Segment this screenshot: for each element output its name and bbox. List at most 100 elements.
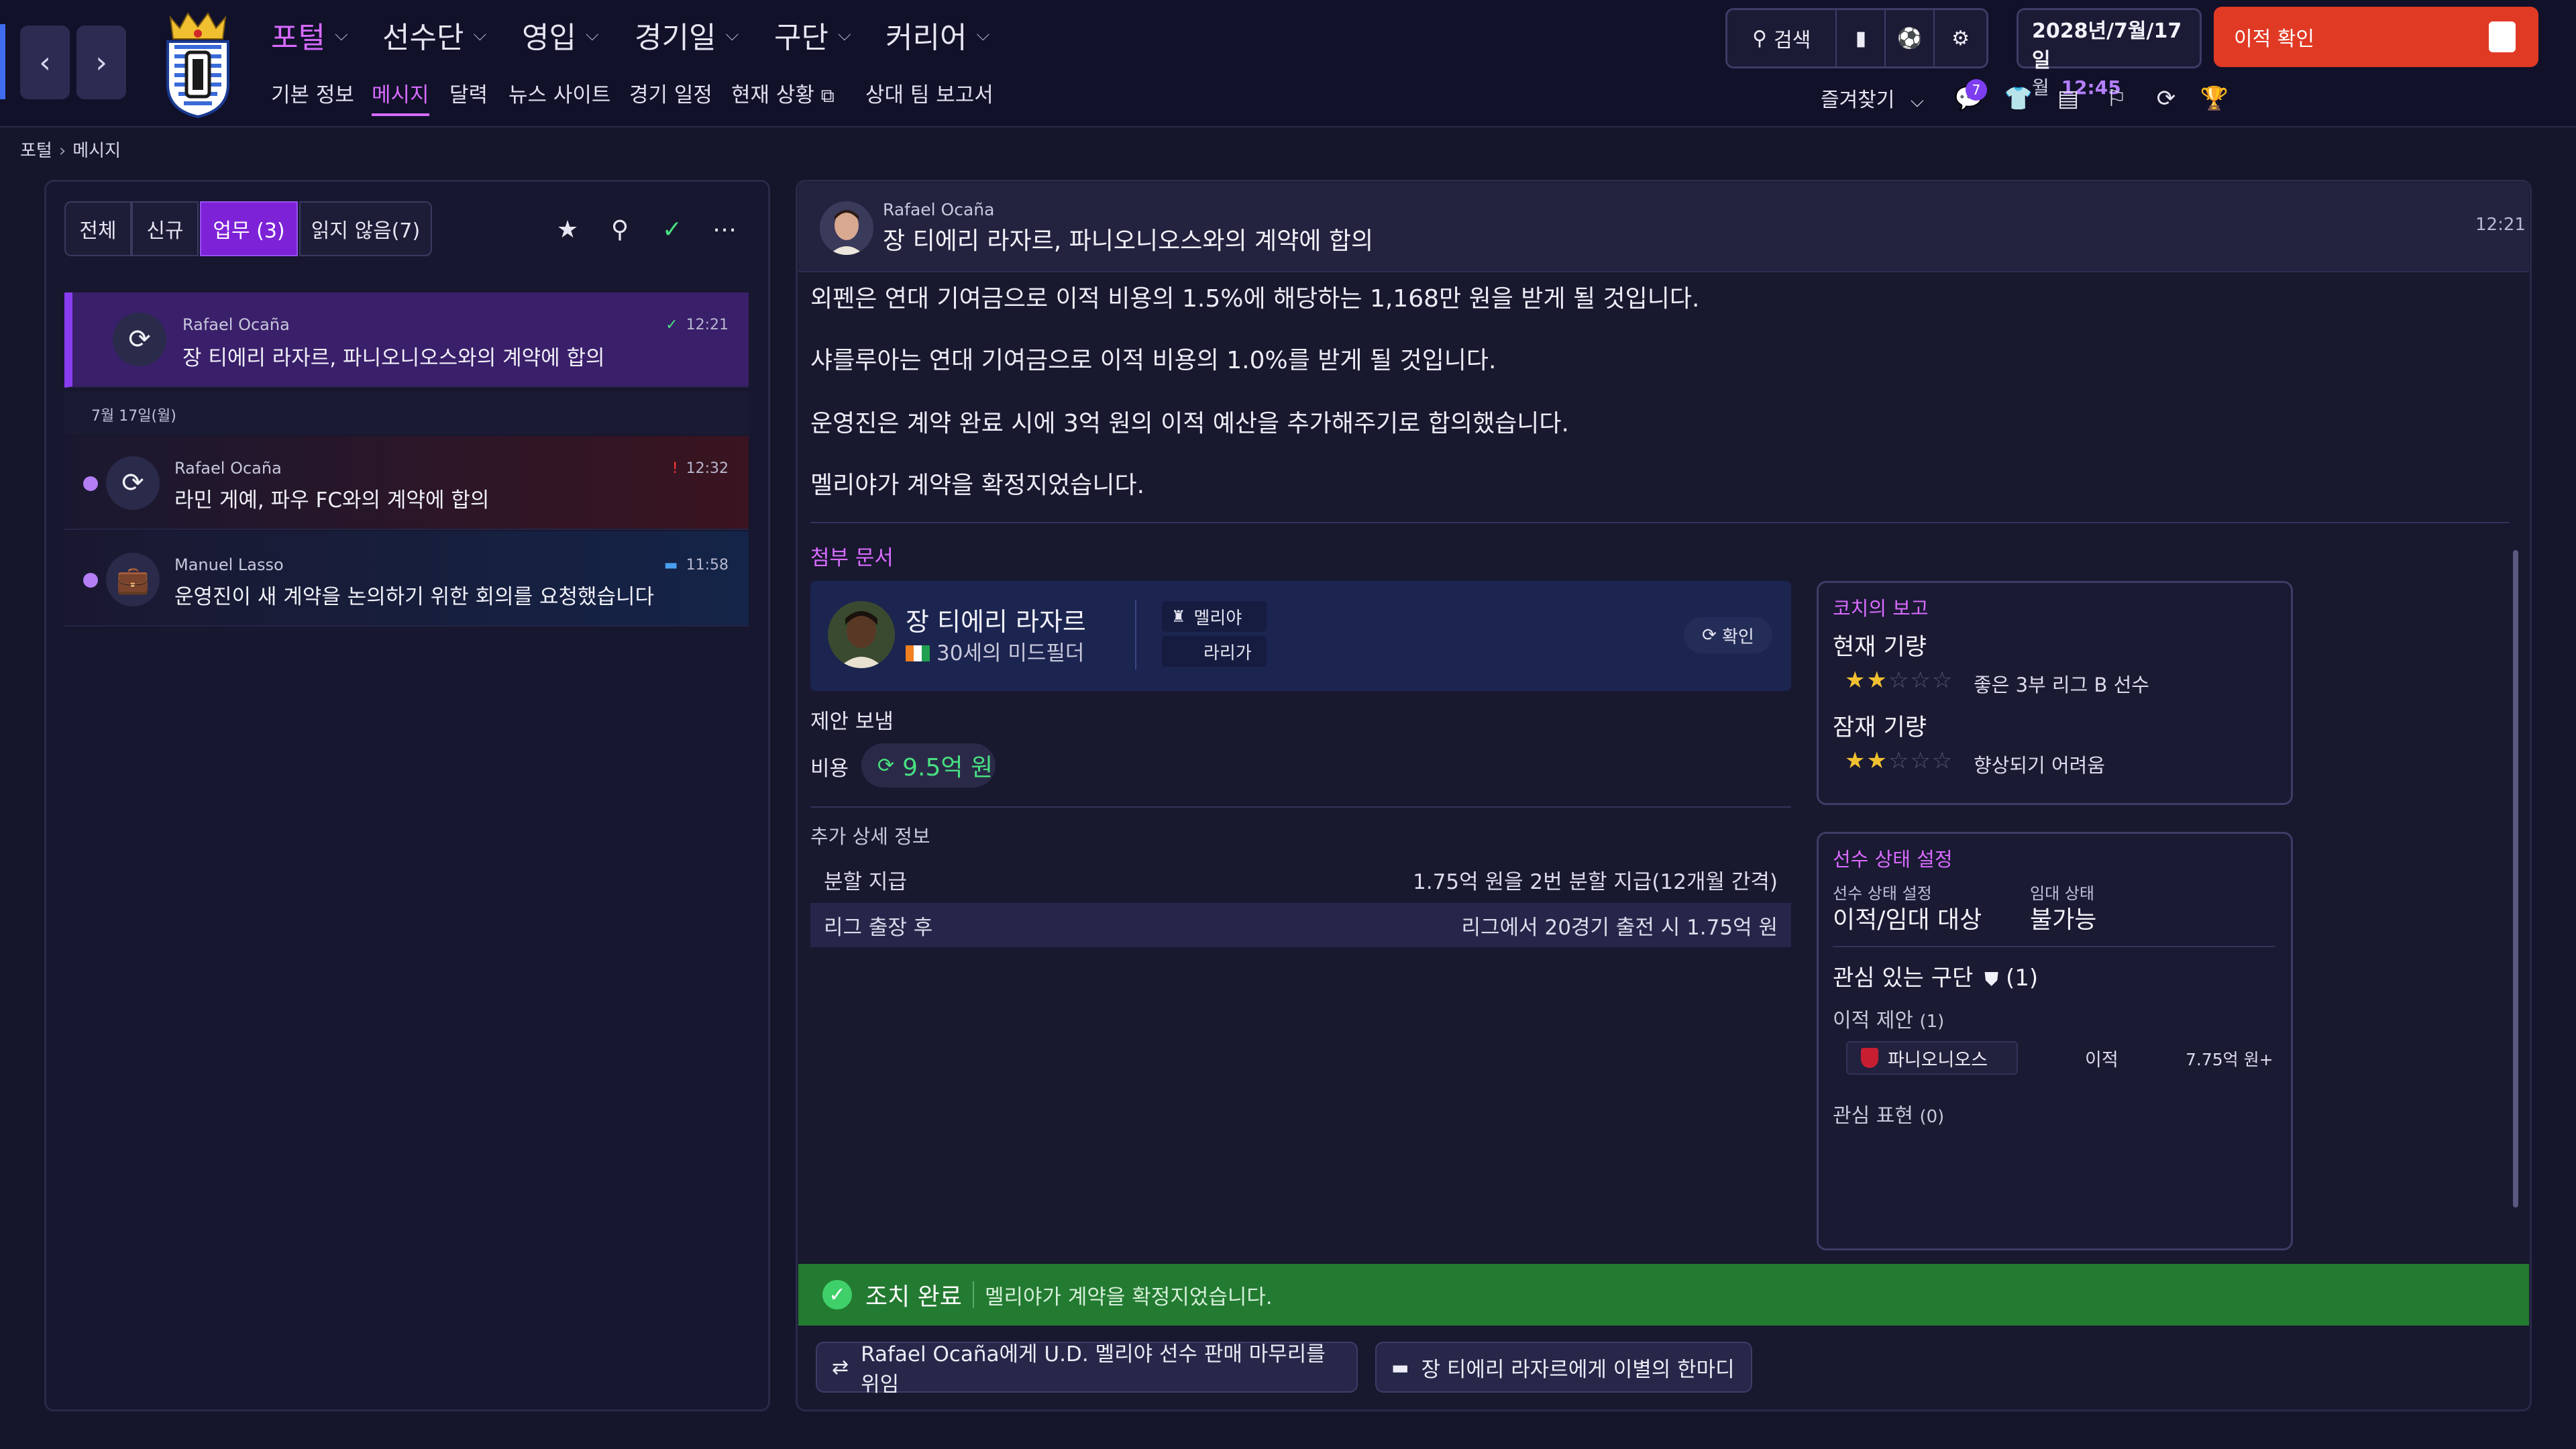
- action-complete-text: 멜리야가 계약을 확정지었습니다.: [984, 1285, 1273, 1309]
- more-options-icon[interactable]: ⋯: [708, 213, 741, 246]
- message-time: ✓ 12:21: [665, 317, 729, 333]
- document-icon: [2489, 21, 2516, 52]
- football-icon: ⚽: [1897, 26, 1923, 50]
- subnav-opposition-report[interactable]: 상대 팀 보고서: [865, 78, 994, 108]
- refresh-icon: ⟳: [113, 313, 166, 366]
- subnav-news[interactable]: 뉴스 사이트: [508, 78, 610, 108]
- message-subject: 운영진이 새 계약을 논의하기 위한 회의를 요청했습니다: [174, 585, 655, 609]
- interested-clubs-heading: 관심 있는 구단 ⛊ (1): [1833, 959, 2038, 992]
- chevron-down-icon: ⌵: [976, 24, 990, 45]
- transfer-offers-heading: 이적 제안 (1): [1833, 1004, 1944, 1033]
- clipboard-icon[interactable]: ▤: [2051, 82, 2085, 115]
- subnav-fixtures[interactable]: 경기 일정: [629, 78, 712, 108]
- farewell-message-label: 장 티에리 라자르에게 이별의 한마디: [1421, 1357, 1735, 1382]
- club-crest-logo[interactable]: [161, 9, 235, 119]
- check-circle-icon: ✓: [822, 1280, 852, 1309]
- divider: [810, 522, 2509, 523]
- ball-button[interactable]: ⚽: [1886, 10, 1935, 66]
- action-complete-bar: ✓ 조치 완료 멜리야가 계약을 확정지었습니다.: [798, 1264, 2529, 1326]
- trophy-icon[interactable]: 🏆: [2198, 82, 2231, 115]
- detail-key: 리그 출장 후: [824, 915, 933, 940]
- nav-matchday[interactable]: 경기일 ⌵: [635, 13, 739, 56]
- mark-read-icon[interactable]: ✓: [656, 213, 688, 246]
- offer-club-name: 파니오니오스: [1888, 1049, 1988, 1071]
- divider: [1833, 946, 2275, 947]
- subnav-calendar[interactable]: 달력: [449, 78, 488, 108]
- fee-badge: ⟳ 9.5억 원: [861, 743, 996, 788]
- nav-squad[interactable]: 선수단 ⌵: [382, 13, 486, 56]
- bookmark-icon: ▮: [1855, 26, 1867, 50]
- fee-value: 9.5억 원: [902, 754, 994, 782]
- read-check-icon: ✓: [665, 317, 678, 333]
- tab-new[interactable]: 신규: [131, 201, 199, 256]
- message-paragraph: 샤를루아는 연대 기여금으로 이적 비용의 1.0%를 받게 될 것입니다.: [810, 347, 1497, 374]
- scout-icon[interactable]: ⚐: [2100, 82, 2133, 115]
- nav-recruitment[interactable]: 영입 ⌵: [522, 13, 599, 56]
- message-item[interactable]: ⟳ Rafael Ocaña 라민 게예, 파우 FC와의 계약에 합의 ! 12…: [64, 436, 749, 530]
- tab-tasks[interactable]: 업무 (3): [200, 201, 298, 256]
- bookmark-button[interactable]: ▮: [1837, 10, 1886, 66]
- tab-all[interactable]: 전체: [64, 201, 131, 256]
- chat-icon: ▬: [1391, 1356, 1409, 1379]
- star-icon[interactable]: ★: [551, 213, 584, 246]
- current-ability-label: 현재 기량: [1833, 634, 1927, 661]
- chevron-down-icon: ⌵: [473, 24, 487, 45]
- breadcrumb-root[interactable]: 포털: [20, 141, 52, 161]
- star-icon: ★★: [1845, 747, 1888, 774]
- search-button[interactable]: ⚲ 검색: [1727, 10, 1837, 66]
- offer-club-badge[interactable]: 파니오니오스: [1846, 1041, 2018, 1075]
- message-item[interactable]: 💼 Manuel Lasso 운영진이 새 계약을 논의하기 위한 회의를 요청…: [64, 531, 749, 627]
- nav-portal-label: 포털: [271, 21, 325, 55]
- delegate-icon: ⇄: [832, 1355, 849, 1379]
- search-icon[interactable]: ⚲: [604, 213, 636, 246]
- farewell-message-button[interactable]: ▬ 장 티에리 라자르에게 이별의 한마디: [1375, 1342, 1752, 1393]
- coach-report-title: 코치의 보고: [1833, 597, 1929, 620]
- interest-expressed-label: 관심 표현: [1833, 1104, 1913, 1128]
- player-description: 30세의 미드필더: [906, 636, 1084, 666]
- detail-key: 분할 지급: [824, 869, 907, 894]
- shield-icon: ⛊: [1984, 968, 1999, 990]
- subnav-overview[interactable]: 기본 정보: [271, 78, 354, 108]
- transfer-confirm-button[interactable]: 이적 확인: [2214, 7, 2538, 67]
- date-display[interactable]: 2028년/7월/17일 월 12:45: [2017, 8, 2202, 99]
- refresh-icon: ⟳: [106, 456, 160, 510]
- star-icon: ★★: [1845, 667, 1888, 694]
- nav-portal[interactable]: 포털 ⌵: [271, 13, 348, 56]
- player-name[interactable]: 장 티에리 라자르: [906, 601, 1086, 638]
- unread-dot: [83, 476, 98, 491]
- forward-button[interactable]: ›: [76, 25, 126, 99]
- back-button[interactable]: ‹: [20, 25, 70, 99]
- current-date: 2028년/7월/17일: [2032, 19, 2182, 72]
- shirt-icon[interactable]: 👕: [2002, 82, 2035, 115]
- scrollbar[interactable]: [2513, 550, 2518, 1208]
- details-title: 추가 상세 정보: [810, 825, 930, 848]
- message-paragraph: 멜리야가 계약을 확정지었습니다.: [810, 472, 1145, 499]
- delegate-sale-button[interactable]: ⇄ Rafael Ocaña에게 U.D. 멜리야 선수 판매 마무리를 위임: [816, 1342, 1358, 1397]
- subnav-status[interactable]: 현재 상황 ⧉: [731, 78, 835, 108]
- transfer-status-value[interactable]: 이적/임대 대상: [1833, 900, 1982, 935]
- divider: [1135, 600, 1136, 669]
- tab-unread[interactable]: 읽지 않음(7): [299, 201, 432, 256]
- nav-career[interactable]: 커리어 ⌵: [885, 13, 989, 56]
- interested-clubs-title: 관심 있는 구단: [1833, 965, 1974, 991]
- favorites-dropdown[interactable]: 즐겨찾기 ⌵: [1821, 83, 1924, 113]
- divider: [972, 1281, 974, 1308]
- message-subject: 라민 게예, 파우 FC와의 계약에 합의: [174, 488, 490, 513]
- nav-club[interactable]: 구단 ⌵: [774, 13, 851, 56]
- current-ability-text: 좋은 3부 리그 B 선수: [1974, 674, 2149, 696]
- message-time-value: 11:58: [686, 557, 729, 574]
- message-paragraph: 외펜은 연대 기여금으로 이적 비용의 1.5%에 해당하는 1,168만 원을…: [810, 285, 1700, 313]
- refresh-icon[interactable]: ⟳: [2149, 82, 2183, 115]
- player-league[interactable]: 라리가: [1162, 636, 1267, 667]
- sender-avatar[interactable]: [820, 201, 873, 255]
- message-item-selected[interactable]: ⟳ Rafael Ocaña 장 티에리 라자르, 파니오니오스와의 계약에 합…: [64, 292, 749, 388]
- player-club-badge[interactable]: ♜ 멜리야: [1162, 601, 1267, 632]
- refresh-icon: ⟳: [877, 753, 895, 777]
- loan-status-value[interactable]: 불가능: [2030, 900, 2096, 935]
- settings-button[interactable]: ⚙: [1935, 10, 1986, 66]
- player-confirm-button[interactable]: ⟳ 확인: [1684, 617, 1772, 653]
- subnav-inbox[interactable]: 메시지: [372, 78, 429, 116]
- offer-value: 7.75억 원+: [2186, 1050, 2273, 1069]
- message-time: ! 12:32: [672, 460, 729, 477]
- notification-badge: 7: [1966, 79, 1987, 101]
